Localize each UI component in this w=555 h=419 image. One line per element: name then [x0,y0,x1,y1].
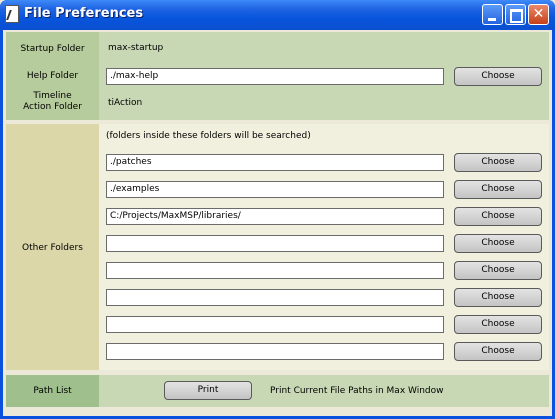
path-list-label: Path List [33,386,72,396]
maximize-icon [510,9,523,23]
close-button[interactable]: ✕ [528,4,549,25]
timeline-label-line2: Action Folder [23,102,82,112]
path-list-content: Print Print Current File Paths in Max Wi… [99,375,549,407]
other-folders-label: Other Folders [22,243,83,253]
minimize-icon [488,18,496,21]
startup-content: max-startup ./max-help Choose tiAction [99,32,549,120]
other-folder-choose-button-3[interactable]: Choose [454,207,542,226]
other-folder-choose-button-4[interactable]: Choose [454,234,542,253]
startup-folder-label: Startup Folder [20,44,85,54]
timeline-label-line1: Timeline [33,91,72,101]
window-title: File Preferences [24,6,144,21]
other-folder-field-7[interactable] [106,316,444,333]
timeline-folder-value: tiAction [108,98,143,108]
document-icon [5,5,19,23]
startup-label-column: Startup Folder Help Folder Timeline Acti… [6,32,99,120]
startup-section: Startup Folder Help Folder Timeline Acti… [6,32,549,120]
other-folder-field-8[interactable] [106,343,444,360]
other-folder-choose-button-7[interactable]: Choose [454,315,542,334]
other-folder-field-6[interactable] [106,289,444,306]
other-folder-field-4[interactable] [106,235,444,252]
file-preferences-window: File Preferences ✕ Startup Folder Help F… [0,0,555,419]
other-folders-label-column: Other Folders [6,124,99,370]
maximize-button[interactable] [505,4,526,25]
other-folders-note: (folders inside these folders will be se… [106,131,311,141]
other-folder-choose-button-2[interactable]: Choose [454,180,542,199]
client-area: Startup Folder Help Folder Timeline Acti… [3,30,552,416]
other-folder-field-1[interactable]: ./patches [106,154,444,171]
startup-folder-value: max-startup [108,43,164,53]
other-folder-field-5[interactable] [106,262,444,279]
other-folder-choose-button-1[interactable]: Choose [454,153,542,172]
print-description: Print Current File Paths in Max Window [270,386,444,396]
other-folder-field-3[interactable]: C:/Projects/MaxMSP/libraries/ [106,208,444,225]
close-icon: ✕ [532,6,545,22]
help-folder-choose-button[interactable]: Choose [454,67,542,86]
path-list-label-column: Path List [6,375,99,407]
other-folder-choose-button-8[interactable]: Choose [454,342,542,361]
other-folders-content: (folders inside these folders will be se… [99,124,549,370]
help-folder-field[interactable]: ./max-help [106,68,444,85]
print-button[interactable]: Print [164,381,252,400]
other-folder-choose-button-6[interactable]: Choose [454,288,542,307]
title-bar[interactable]: File Preferences ✕ [0,0,555,30]
other-folders-section: Other Folders (folders inside these fold… [6,124,549,370]
other-folder-choose-button-5[interactable]: Choose [454,261,542,280]
path-list-section: Path List Print Print Current File Paths… [6,375,549,407]
help-folder-label: Help Folder [26,71,79,81]
other-folder-field-2[interactable]: ./examples [106,181,444,198]
minimize-button[interactable] [482,4,503,25]
